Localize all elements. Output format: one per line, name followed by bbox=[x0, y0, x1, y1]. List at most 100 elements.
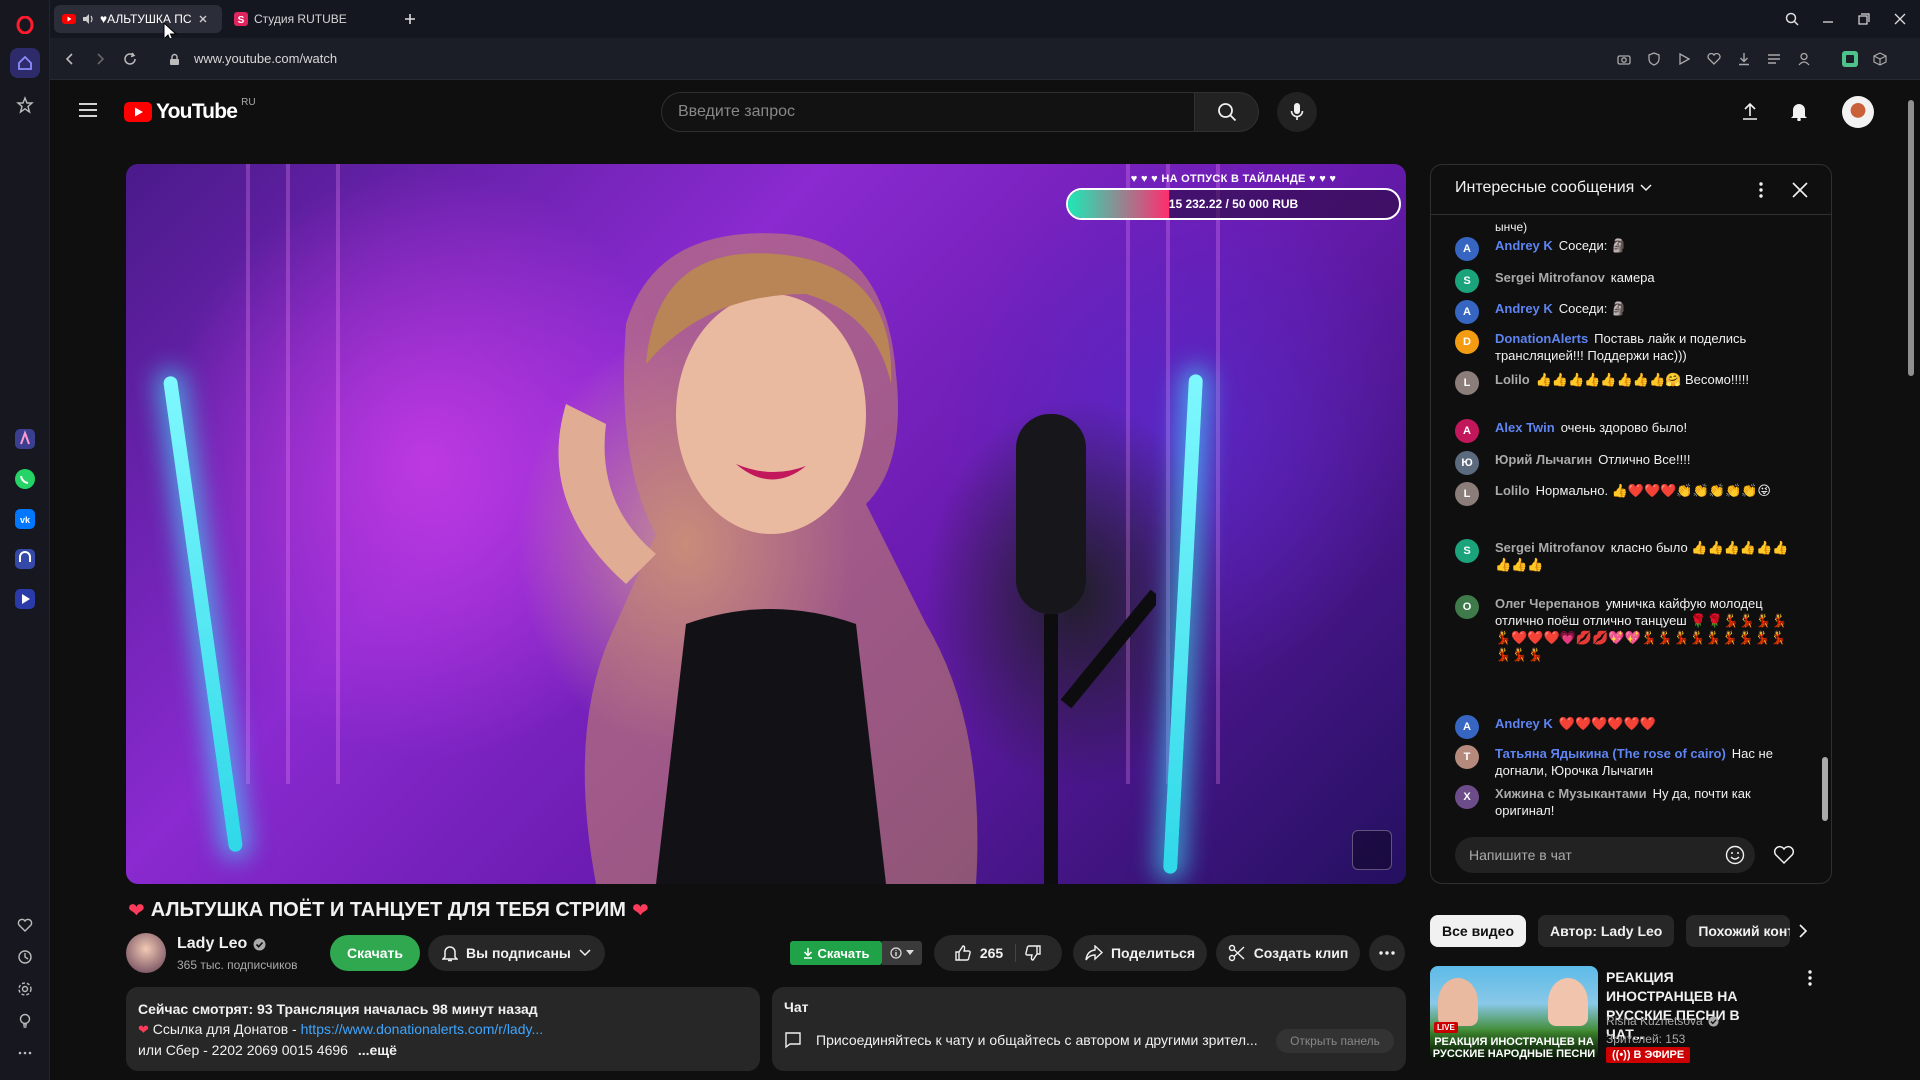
channel-avatar[interactable] bbox=[126, 933, 166, 973]
send-heart-icon[interactable] bbox=[1773, 845, 1795, 865]
tab-rutube-studio[interactable]: S Студия RUTUBE bbox=[226, 5, 376, 33]
extension-green-icon[interactable] bbox=[1840, 49, 1860, 69]
recommendation-thumbnail[interactable]: LIVE РЕАКЦИЯ ИНОСТРАНЦЕВ НА РУССКИЕ НАРО… bbox=[1430, 966, 1598, 1060]
tips-bulb-icon[interactable] bbox=[10, 1006, 40, 1036]
video-description[interactable]: Сейчас смотрят: 93 Трансляция началась 9… bbox=[126, 987, 760, 1071]
lock-icon[interactable] bbox=[164, 49, 184, 69]
heart-icon[interactable] bbox=[1704, 49, 1724, 69]
bookmarks-star-icon[interactable] bbox=[10, 90, 40, 120]
snapshot-camera-icon[interactable] bbox=[1614, 49, 1634, 69]
message-author[interactable]: Юрий Лычагин bbox=[1495, 452, 1592, 467]
tab-search-icon[interactable] bbox=[1780, 8, 1804, 30]
upload-icon[interactable] bbox=[1742, 102, 1758, 120]
like-button[interactable]: 265 bbox=[954, 944, 1017, 962]
music-player-icon[interactable] bbox=[10, 544, 40, 574]
create-clip-button[interactable]: Создать клип bbox=[1216, 935, 1360, 971]
message-author[interactable]: DonationAlerts bbox=[1495, 331, 1588, 346]
svg-text:vk: vk bbox=[20, 515, 31, 525]
close-window-icon[interactable] bbox=[1888, 8, 1912, 30]
message-author[interactable]: Andrey K bbox=[1495, 238, 1553, 253]
restore-icon[interactable] bbox=[1852, 8, 1876, 30]
chat-scrollbar[interactable] bbox=[1822, 757, 1828, 821]
share-button[interactable]: Поделиться bbox=[1073, 935, 1207, 971]
more-dots-icon[interactable] bbox=[10, 1038, 40, 1068]
vk-icon[interactable]: vk bbox=[10, 504, 40, 534]
profile-icon[interactable] bbox=[1794, 49, 1814, 69]
chips-next-icon[interactable] bbox=[1798, 924, 1808, 938]
aria-ai-icon[interactable] bbox=[10, 424, 40, 454]
more-actions-button[interactable] bbox=[1369, 935, 1405, 971]
search-input[interactable]: Введите запрос bbox=[661, 92, 1195, 132]
emoji-picker-icon[interactable] bbox=[1725, 845, 1745, 865]
player-icon[interactable] bbox=[10, 584, 40, 614]
speaker-icon[interactable] bbox=[82, 13, 94, 25]
chat-options-icon[interactable] bbox=[1759, 182, 1763, 198]
message-author[interactable]: Sergei Mitrofanov bbox=[1495, 540, 1605, 555]
message-author[interactable]: Andrey K bbox=[1495, 716, 1553, 731]
donation-link[interactable]: https://www.donationalerts.com/r/lady... bbox=[301, 1021, 544, 1037]
message-author[interactable]: Lolilo bbox=[1495, 372, 1530, 387]
notifications-bell-icon[interactable] bbox=[1790, 101, 1808, 121]
author-avatar: L bbox=[1455, 371, 1479, 395]
home-icon[interactable] bbox=[10, 48, 40, 78]
channel-name[interactable]: Lady Leo bbox=[177, 935, 266, 953]
close-chat-icon[interactable] bbox=[1791, 181, 1809, 199]
forward-arrow-icon[interactable] bbox=[90, 49, 110, 69]
chip-author[interactable]: Автор: Lady Leo bbox=[1538, 915, 1675, 947]
chip-all-videos[interactable]: Все видео bbox=[1430, 915, 1527, 947]
channel-name-text[interactable]: Lady Leo bbox=[177, 935, 247, 953]
message-author[interactable]: Sergei Mitrofanov bbox=[1495, 270, 1605, 285]
history-icon[interactable] bbox=[10, 942, 40, 972]
voice-search-button[interactable] bbox=[1277, 92, 1317, 132]
microphone-icon bbox=[1290, 103, 1304, 120]
message-author[interactable]: Татьяна Ядыкина (The rose of cairo) bbox=[1495, 746, 1726, 761]
download-options-dropdown[interactable] bbox=[882, 941, 922, 965]
message-author[interactable]: Lolilo bbox=[1495, 483, 1530, 498]
chat-message: D DonationAlerts Поставь лайк и поделись … bbox=[1455, 330, 1795, 364]
chat-mode-dropdown[interactable]: Интересные сообщения bbox=[1455, 179, 1652, 197]
dropdown-caret-icon bbox=[906, 950, 914, 955]
tab-label: ♥АЛЬТУШКА ПС bbox=[100, 12, 192, 26]
tab-youtube-stream[interactable]: ♥АЛЬТУШКА ПС bbox=[54, 5, 222, 33]
minimize-icon[interactable] bbox=[1816, 8, 1840, 30]
opera-logo-icon[interactable] bbox=[10, 10, 40, 40]
easy-setup-menu-icon[interactable] bbox=[1764, 49, 1784, 69]
message-author[interactable]: Alex Twin bbox=[1495, 420, 1555, 435]
youtube-logo[interactable]: YouTube RU bbox=[124, 97, 256, 124]
user-avatar[interactable] bbox=[1842, 96, 1874, 128]
hamburger-menu-icon[interactable] bbox=[78, 102, 98, 118]
shield-icon[interactable] bbox=[1644, 49, 1664, 69]
search-button[interactable] bbox=[1195, 92, 1259, 132]
download-icon[interactable] bbox=[1734, 49, 1754, 69]
message-text: очень здорово было! bbox=[1560, 420, 1688, 435]
favorites-heart-icon[interactable] bbox=[10, 910, 40, 940]
whatsapp-icon[interactable] bbox=[10, 464, 40, 494]
tab-close-icon[interactable] bbox=[198, 14, 208, 24]
extensions-cube-icon[interactable] bbox=[1870, 49, 1890, 69]
scissors-icon bbox=[1228, 944, 1245, 962]
show-more-link[interactable]: ...ещё bbox=[358, 1042, 397, 1058]
page-scrollbar[interactable] bbox=[1908, 100, 1914, 376]
back-arrow-icon[interactable] bbox=[60, 49, 80, 69]
dislike-button[interactable] bbox=[1024, 944, 1042, 962]
reload-icon[interactable] bbox=[120, 49, 140, 69]
download-extension-button[interactable]: Скачать bbox=[790, 941, 882, 965]
channel-watermark[interactable] bbox=[1352, 830, 1392, 870]
message-author[interactable]: Andrey K bbox=[1495, 301, 1553, 316]
chat-input[interactable]: Напишите в чат bbox=[1455, 837, 1755, 873]
open-chat-panel-button[interactable]: Открыть панель bbox=[1276, 1029, 1394, 1053]
new-tab-plus-icon[interactable] bbox=[398, 8, 422, 30]
video-player[interactable]: ♥ ♥ ♥ НА ОТПУСК В ТАЙЛАНДЕ ♥ ♥ ♥ 15 232.… bbox=[126, 164, 1406, 884]
message-text: ❤️❤️❤️❤️❤️❤️ bbox=[1558, 716, 1656, 731]
recommendation-menu-icon[interactable] bbox=[1808, 970, 1812, 986]
url-field[interactable]: www.youtube.com/watch bbox=[194, 51, 337, 66]
download-button[interactable]: Скачать bbox=[330, 935, 420, 971]
share-label: Поделиться bbox=[1110, 945, 1196, 961]
settings-gear-icon[interactable] bbox=[10, 974, 40, 1004]
message-author[interactable]: Олег Черепанов bbox=[1495, 596, 1600, 611]
recommendation-channel[interactable]: Risha Kuznetsova bbox=[1606, 1012, 1719, 1030]
player-play-icon[interactable] bbox=[1674, 49, 1694, 69]
subscribed-button[interactable]: Вы подписаны bbox=[428, 935, 605, 971]
chip-similar[interactable]: Похожий конте bbox=[1686, 915, 1791, 947]
message-author[interactable]: Хижина с Музыкантами bbox=[1495, 786, 1647, 801]
